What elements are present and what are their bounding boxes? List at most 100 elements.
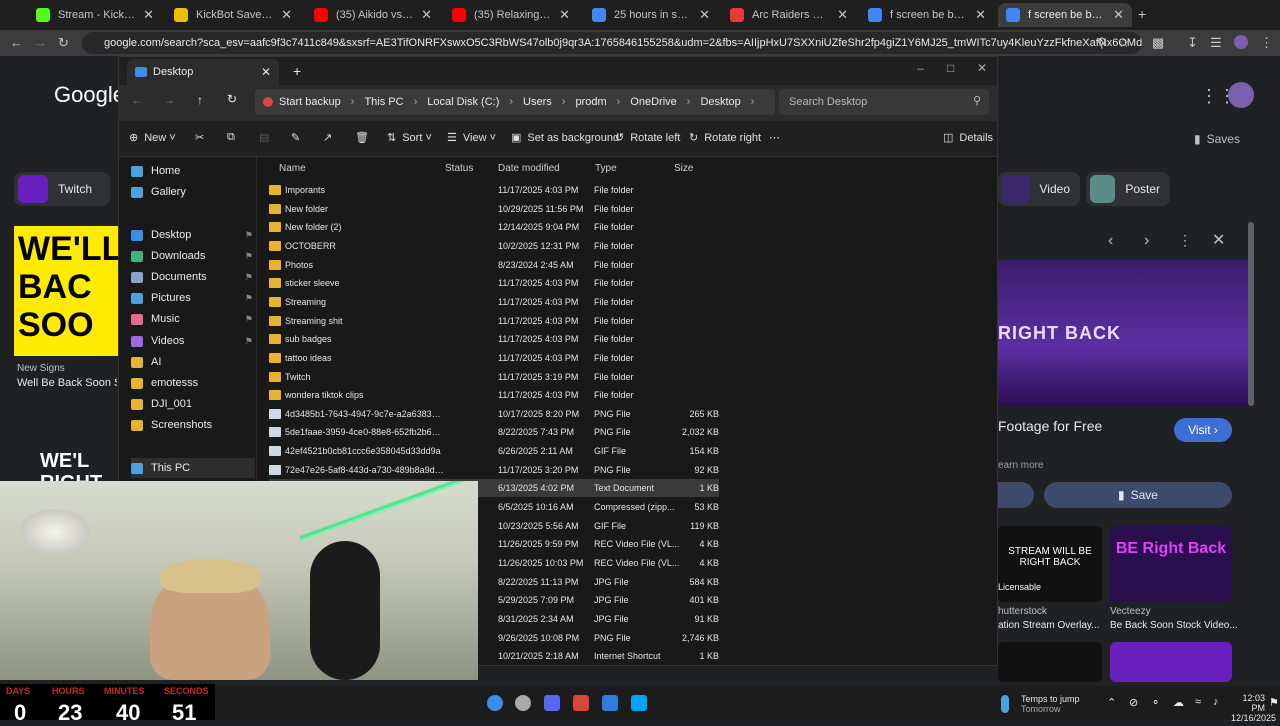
nav-item[interactable]: Home	[131, 161, 255, 181]
browser-tab[interactable]: KickBot Saved Widgets✕	[166, 3, 300, 27]
google-logo[interactable]: Google	[54, 82, 125, 108]
account-avatar[interactable]	[1228, 82, 1254, 108]
nav-item[interactable]: DJI_001	[131, 394, 255, 414]
search-input[interactable]: Search Desktop ⚲	[779, 89, 989, 115]
delete-icon[interactable]: 🗑	[355, 131, 369, 144]
nav-item[interactable]: Downloads⚑	[131, 246, 255, 266]
file-row[interactable]: 42ef4521b0cb81ccc6e358045d33dd9a6/26/202…	[269, 442, 719, 460]
browser-tab[interactable]: 25 hours in seconds - Goo✕	[584, 3, 718, 27]
browser-tab[interactable]: (35) Relaxing Rain Noise✕	[444, 3, 578, 27]
chip-twitch[interactable]: Twitch	[14, 172, 110, 206]
chip-video[interactable]: Video	[998, 172, 1080, 206]
back-icon[interactable]: ←	[131, 93, 143, 107]
volume-icon[interactable]: ♪	[1213, 696, 1219, 708]
set-background-button[interactable]: ▣ Set as background	[511, 131, 619, 144]
chevron-right-icon[interactable]: ›	[1144, 232, 1149, 250]
new-tab-icon[interactable]: +	[1138, 6, 1146, 22]
file-row[interactable]: New folder10/29/2025 11:56 PMFile folder	[269, 200, 719, 218]
file-row[interactable]: Photos8/23/2024 2:45 AMFile folder	[269, 256, 719, 274]
file-row[interactable]: Twitch11/17/2025 3:19 PMFile folder	[269, 368, 719, 386]
column-size[interactable]: Size	[674, 163, 693, 174]
share-icon[interactable]: ↗	[323, 131, 332, 144]
address-bar[interactable]: google.com/search?sca_esv=aafc9f3c7411c8…	[82, 32, 1142, 54]
file-row[interactable]: 72e47e26-5af8-443d-a730-489b8a9d9a94...1…	[269, 461, 719, 479]
new-button[interactable]: ⊕ New ˅	[129, 131, 176, 144]
network-off-icon[interactable]: ⊘	[1129, 696, 1138, 709]
breadcrumb[interactable]: Start backup › This PC › Local Disk (C:)…	[255, 89, 775, 115]
close-tab-icon[interactable]: ✕	[281, 7, 292, 23]
nav-item[interactable]: Pictures⚑	[131, 288, 255, 308]
column-name[interactable]: Name	[279, 163, 306, 174]
file-row[interactable]: New folder (2)12/14/2025 9:04 PMFile fol…	[269, 218, 719, 236]
preview-title[interactable]: Footage for Free	[998, 418, 1102, 434]
file-row[interactable]: Imporants11/17/2025 4:03 PMFile folder	[269, 181, 719, 199]
save-button[interactable]: ▮ Save	[1044, 482, 1232, 508]
panel-scrollbar[interactable]	[1248, 222, 1254, 406]
browser-tab[interactable]: f screen be back soon - G✕	[860, 3, 994, 27]
profile-avatar[interactable]	[1234, 35, 1248, 49]
close-tab-icon[interactable]: ✕	[421, 7, 432, 23]
nav-item[interactable]: Desktop⚑	[131, 225, 255, 245]
file-row[interactable]: Streaming11/17/2025 4:03 PMFile folder	[269, 293, 719, 311]
paste-icon[interactable]: ▤	[259, 131, 269, 144]
nav-item[interactable]: emotesss	[131, 373, 255, 393]
nav-item[interactable]: AI	[131, 352, 255, 372]
back-icon[interactable]: ←	[10, 35, 23, 50]
column-type[interactable]: Type	[595, 163, 617, 174]
column-status[interactable]: Status	[445, 163, 473, 174]
mic-icon[interactable]: ⚬	[1151, 696, 1160, 709]
app-icon-notepad[interactable]	[631, 695, 647, 711]
more-icon[interactable]: ⋮	[1178, 232, 1192, 249]
file-row[interactable]: OCTOBERR10/2/2025 12:31 PMFile folder	[269, 237, 719, 255]
zoom-icon[interactable]: ⚲	[1097, 35, 1107, 51]
discord-icon[interactable]	[544, 695, 560, 711]
minimize-icon[interactable]: –	[917, 61, 924, 75]
crumb-this-pc[interactable]: This PC	[364, 96, 403, 108]
nav-item[interactable]: Videos⚑	[131, 331, 255, 351]
maximize-icon[interactable]: □	[947, 61, 954, 75]
close-tab-icon[interactable]: ✕	[975, 7, 986, 23]
file-row[interactable]: sub badges11/17/2025 4:03 PMFile folder	[269, 330, 719, 348]
nav-item[interactable]: Documents⚑	[131, 267, 255, 287]
preview-image[interactable]: RIGHT BACK	[998, 260, 1248, 406]
crumb-local-disk[interactable]: Local Disk (C:)	[427, 96, 499, 108]
extensions-icon[interactable]: ▩	[1152, 35, 1164, 51]
nav-item[interactable]: This PC	[131, 458, 255, 478]
new-tab-icon[interactable]: +	[293, 63, 301, 79]
rotate-right-button[interactable]: ↻ Rotate right	[689, 131, 761, 144]
visit-button[interactable]: Visit ›	[1174, 418, 1232, 442]
file-row[interactable]: 4d3485b1-7643-4947-9c7e-a2a63837fca310/1…	[269, 405, 719, 423]
saves-link[interactable]: ▮ Saves	[1194, 132, 1240, 146]
close-tab-icon[interactable]: ✕	[559, 7, 570, 23]
app-icon-settings[interactable]	[487, 695, 503, 711]
related-thumb-3[interactable]	[998, 642, 1102, 682]
column-date[interactable]: Date modified	[498, 163, 560, 174]
browser-tab[interactable]: Arc Raiders Cold Snap rel✕	[722, 3, 856, 27]
close-tab-icon[interactable]: ✕	[261, 65, 271, 79]
result-title[interactable]: Well Be Back Soon S	[17, 377, 117, 389]
close-tab-icon[interactable]: ✕	[699, 7, 710, 23]
close-tab-icon[interactable]: ✕	[143, 7, 154, 23]
crumb-onedrive[interactable]: OneDrive	[630, 96, 676, 108]
related-thumb-4[interactable]	[1110, 642, 1232, 682]
file-row[interactable]: tattoo ideas11/17/2025 4:03 PMFile folde…	[269, 349, 719, 367]
reading-list-icon[interactable]: ☰	[1210, 35, 1222, 51]
close-tab-icon[interactable]: ✕	[1113, 7, 1124, 23]
notification-bell-icon[interactable]: ⚑	[1269, 696, 1279, 709]
more-options-icon[interactable]: ⋯	[769, 131, 780, 144]
bookmark-star-icon[interactable]: ☆	[1118, 35, 1130, 51]
menu-icon[interactable]: ⋮	[1260, 35, 1273, 51]
share-button[interactable]	[998, 482, 1034, 508]
browser-tab[interactable]: Stream - Kick Dashboard✕	[28, 3, 162, 27]
chip-poster[interactable]: Poster	[1086, 172, 1170, 206]
weather-widget[interactable]: Temps to jump Tomorrow	[1021, 694, 1080, 714]
file-row[interactable]: wondera tiktok clips11/17/2025 4:03 PMFi…	[269, 386, 719, 404]
crumb-desktop[interactable]: Desktop	[700, 96, 740, 108]
view-button[interactable]: ☰ View ˅	[447, 131, 496, 144]
nav-item[interactable]: Gallery	[131, 182, 255, 202]
nav-item[interactable]: Music⚑	[131, 309, 255, 329]
crumb-users[interactable]: Users	[523, 96, 552, 108]
chevron-left-icon[interactable]: ‹	[1108, 232, 1113, 250]
rotate-left-button[interactable]: ↺ Rotate left	[615, 131, 680, 144]
close-tab-icon[interactable]: ✕	[837, 7, 848, 23]
